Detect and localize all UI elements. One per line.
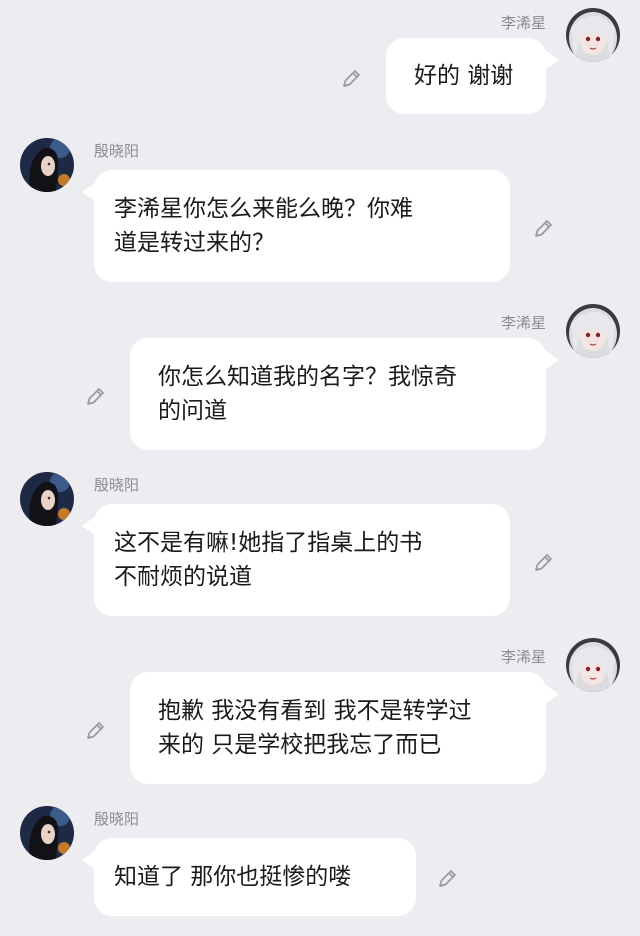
pencil-edit-icon[interactable] <box>84 718 108 742</box>
avatar-right[interactable] <box>566 304 620 358</box>
avatar-right[interactable] <box>566 8 620 62</box>
message-row: 李浠星 抱歉 我没有看到 我不是转学过 来的 只是学校把我忘了而已 <box>0 638 640 788</box>
dark-hair-girl-avatar-icon <box>20 472 74 526</box>
bubble-tail <box>82 850 96 870</box>
message-row: 殷晓阳 知道了 那你也挺惨的喽 <box>0 806 640 922</box>
message-bubble[interactable]: 你怎么知道我的名字？我惊奇 的问道 <box>130 338 546 450</box>
sender-name: 李浠星 <box>500 314 546 332</box>
message-bubble[interactable]: 知道了 那你也挺惨的喽 <box>94 838 416 916</box>
sender-name: 殷晓阳 <box>94 810 140 828</box>
white-hair-girl-avatar-icon <box>566 638 620 692</box>
message-row: 李浠星 好的 谢谢 <box>0 4 640 116</box>
avatar-right[interactable] <box>566 638 620 692</box>
avatar-left[interactable] <box>20 138 74 192</box>
pencil-edit-icon[interactable] <box>436 866 460 890</box>
bubble-tail <box>82 182 96 202</box>
message-bubble[interactable]: 好的 谢谢 <box>386 38 546 114</box>
chat-list[interactable]: 李浠星 好的 谢谢 殷晓阳 李浠星你怎么来能么晚？你难 道是转过来的？ 李浠星 … <box>0 0 640 936</box>
message-bubble[interactable]: 李浠星你怎么来能么晚？你难 道是转过来的？ <box>94 170 510 282</box>
bubble-tail <box>545 350 559 370</box>
message-row: 殷晓阳 这不是有嘛!她指了指桌上的书 不耐烦的说道 <box>0 472 640 622</box>
message-row: 殷晓阳 李浠星你怎么来能么晚？你难 道是转过来的？ <box>0 138 640 288</box>
pencil-edit-icon[interactable] <box>340 66 364 90</box>
sender-name: 李浠星 <box>500 14 546 32</box>
sender-name: 殷晓阳 <box>94 142 140 160</box>
bubble-tail <box>545 684 559 704</box>
pencil-edit-icon[interactable] <box>532 216 556 240</box>
avatar-left[interactable] <box>20 472 74 526</box>
dark-hair-girl-avatar-icon <box>20 138 74 192</box>
white-hair-girl-avatar-icon <box>566 304 620 358</box>
bubble-tail <box>82 516 96 536</box>
pencil-edit-icon[interactable] <box>84 384 108 408</box>
pencil-edit-icon[interactable] <box>532 550 556 574</box>
message-row: 李浠星 你怎么知道我的名字？我惊奇 的问道 <box>0 304 640 454</box>
white-hair-girl-avatar-icon <box>566 8 620 62</box>
sender-name: 殷晓阳 <box>94 476 140 494</box>
message-bubble[interactable]: 这不是有嘛!她指了指桌上的书 不耐烦的说道 <box>94 504 510 616</box>
sender-name: 李浠星 <box>500 648 546 666</box>
dark-hair-girl-avatar-icon <box>20 806 74 860</box>
bubble-tail <box>545 50 559 70</box>
message-bubble[interactable]: 抱歉 我没有看到 我不是转学过 来的 只是学校把我忘了而已 <box>130 672 546 784</box>
avatar-left[interactable] <box>20 806 74 860</box>
